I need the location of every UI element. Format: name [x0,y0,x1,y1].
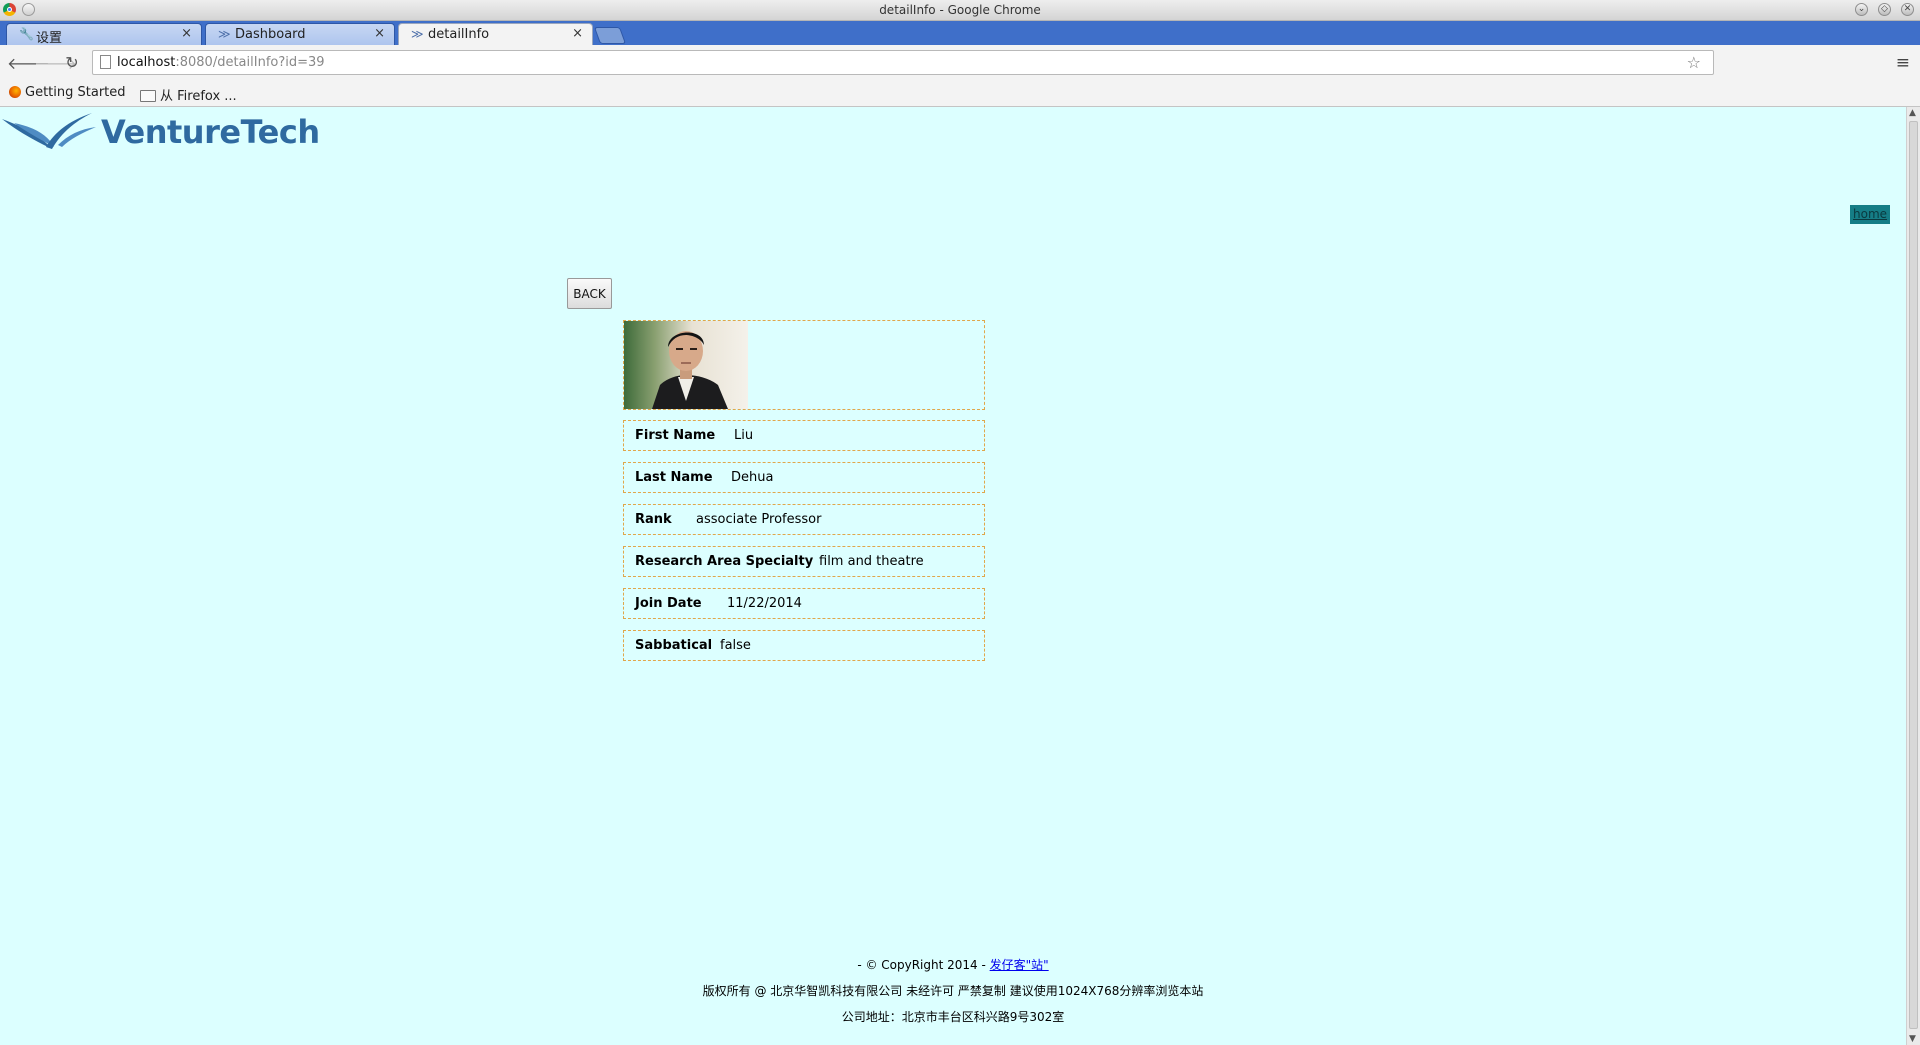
new-tab-button[interactable] [593,27,627,44]
field-label: First Name [635,428,716,443]
chrome-menu-icon[interactable]: ≡ [1896,53,1910,73]
wrench-icon: 🔧 [19,27,34,41]
bookmark-star-icon[interactable]: ☆ [1687,53,1701,72]
field-label: Research Area Specialty [635,554,814,569]
field-value: false [720,638,751,653]
field-value: Liu [734,428,754,443]
footer-site-link[interactable]: 发仔客"站" [990,958,1049,972]
logo-text: VentureTech [101,113,320,151]
tab-detailinfo[interactable]: ≫ detailInfo × [398,23,593,46]
page-content: VentureTech home BACK First Name Liu Las… [0,107,1906,1045]
back-arrow-icon[interactable]: 🡐 [7,53,50,73]
footer-address: 公司地址：北京市丰台区科兴路9号302室 [841,1010,1065,1024]
address-url[interactable]: localhost:8080/detailInfo?id=39 [117,55,325,70]
scroll-down-icon[interactable]: ▼ [1909,1034,1916,1044]
tab-dashboard[interactable]: ≫ Dashboard × [205,23,395,45]
footer-copyright: - © CopyRight 2014 - 发仔客"站" [857,958,1049,972]
firefox-icon [9,86,21,98]
maximize-icon[interactable]: ◇ [1878,3,1891,16]
browser-toolbar: 🡐 🡒 ↻ localhost:8080/detailInfo?id=39 ☆ … [0,45,1920,81]
folder-icon [140,90,156,102]
venturetech-swoosh-icon [2,113,96,149]
reload-icon[interactable]: ↻ [62,53,82,72]
field-label: Last Name [635,470,713,485]
field-last-name: Last Name Dehua [623,462,985,493]
venturetech-favicon-icon: ≫ [411,27,424,41]
field-value: associate Professor [696,512,822,527]
field-join-date: Join Date 11/22/2014 [623,588,985,619]
venturetech-favicon-icon: ≫ [218,27,231,41]
page-icon [100,55,111,69]
profile-photo [624,321,748,409]
photo-box [623,320,985,410]
bookmarks-bar: Getting Started 从 Firefox ... [0,81,1920,107]
field-label: Join Date [635,596,702,611]
bookmark-getting-started[interactable]: Getting Started [9,85,126,100]
home-link[interactable]: home [1850,205,1891,224]
back-button[interactable]: BACK [567,278,612,309]
window-titlebar: detailInfo - Google Chrome ⌄ ◇ ✕ [0,0,1920,21]
field-value: Dehua [731,470,774,485]
field-label: Sabbatical [635,638,713,653]
scrollbar-thumb[interactable] [1909,121,1918,1029]
field-rank: Rank associate Professor [623,504,985,535]
field-sabbatical: Sabbatical false [623,630,985,661]
tab-settings[interactable]: 🔧 设置 × [6,23,202,46]
tab-strip: 🔧 设置 × ≫ Dashboard × ≫ detailInfo × [0,21,1920,46]
tab-close-icon[interactable]: × [572,26,583,41]
field-value: film and theatre [819,554,924,569]
tab-label: Dashboard [235,27,306,42]
field-label: Rank [635,512,672,527]
tab-label: detailInfo [428,27,490,42]
address-bar[interactable]: localhost:8080/detailInfo?id=39 ☆ [92,50,1714,75]
field-value: 11/22/2014 [727,596,802,611]
forward-arrow-icon[interactable]: 🡒 [34,53,77,73]
scroll-up-icon[interactable]: ▲ [1909,108,1916,118]
field-research-area-specialty: Research Area Specialty film and theatre [623,546,985,577]
tab-label: 设置 [36,31,63,46]
field-first-name: First Name Liu [623,420,985,451]
close-window-icon[interactable]: ✕ [1901,3,1914,16]
tab-close-icon[interactable]: × [181,26,192,41]
page-scrollbar[interactable]: ▲ ▼ [1906,107,1920,1045]
minimize-icon[interactable]: ⌄ [1855,3,1868,16]
window-title: detailInfo - Google Chrome [879,3,1041,17]
bookmark-folder-firefox[interactable]: 从 Firefox ... [140,85,237,104]
tab-close-icon[interactable]: × [374,26,385,41]
footer-rights: 版权所有 @ 北京华智凯科技有限公司 未经许可 严禁复制 建议使用1024X76… [702,984,1204,998]
